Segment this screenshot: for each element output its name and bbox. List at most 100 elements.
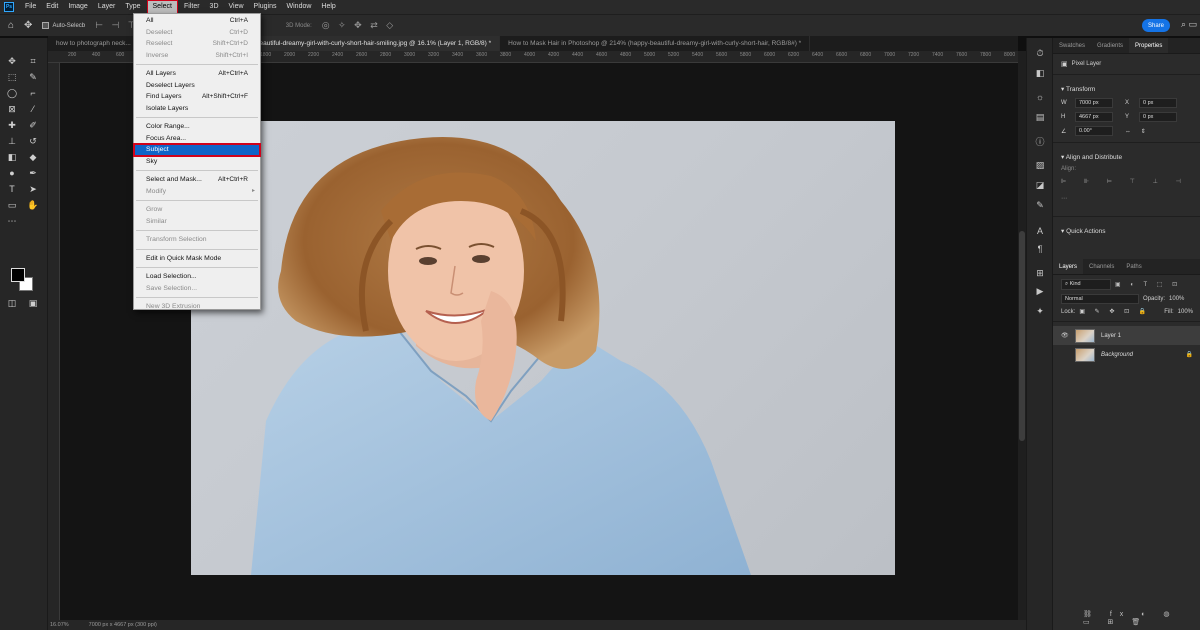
layer-comps-icon[interactable]: ▨ [1033,158,1047,172]
blur-tool-icon[interactable]: ● [5,166,19,180]
menu-item-all-layers[interactable]: All Layers Alt+Ctrl+A [134,68,260,80]
menu-item-grow[interactable]: Grow [134,204,260,216]
menu-item-edit-in-quick-mask-mode[interactable]: Edit in Quick Mask Mode [134,253,260,265]
hand-tool-icon[interactable]: ✋ [26,198,40,212]
3d-mode-icons[interactable]: ◎ ✧ ✥ ⇄ ◇ [322,20,396,31]
align-buttons[interactable]: ⊫ ⊪ ⊨ ⊤ ⊥ ⊣ [1053,174,1200,187]
menu-window[interactable]: Window [282,1,317,13]
vertical-scrollbar[interactable] [1018,51,1026,620]
document-tab[interactable]: happy-beautiful-dreamy-girl-with-curly-s… [228,36,501,51]
menu-view[interactable]: View [224,1,249,13]
y-field[interactable]: 0 px [1139,112,1177,122]
distribute-buttons[interactable]: ⋯ [1053,187,1200,204]
lasso-tool-icon[interactable]: ◯ [5,86,19,100]
menu-item-isolate-layers[interactable]: Isolate Layers [134,103,260,115]
menu-item-inverse[interactable]: Inverse Shift+Ctrl+I [134,50,260,62]
workspace-icon[interactable]: ▭ [1188,19,1197,30]
auto-select-checkbox[interactable]: Auto-Selecb [42,22,85,29]
lock-icon[interactable]: 🔒 [1186,351,1193,358]
info-icon[interactable]: ⓘ [1033,134,1047,148]
portrait-photo[interactable] [191,121,895,575]
x-field[interactable]: 0 px [1139,98,1177,108]
scrollbar-thumb[interactable] [1019,231,1025,441]
rectangle-tool-icon[interactable]: ▭ [5,198,19,212]
height-field[interactable]: 4667 px [1075,112,1113,122]
paint-bucket-tool-icon[interactable]: ◆ [26,150,40,164]
menu-item-similar[interactable]: Similar [134,216,260,228]
flip-icons[interactable]: ⇔ ⇕ [1125,128,1150,135]
lock-icons[interactable]: ▣ ✎ ✥ ⊡ 🔒 [1079,308,1150,315]
actions-icon[interactable]: ▶ [1033,284,1047,298]
menu-layer[interactable]: Layer [93,1,121,13]
quick-selection-tool-icon[interactable]: ✎ [26,70,40,84]
frame-tool-icon[interactable]: ⊠ [5,102,19,116]
character-icon[interactable]: ◧ [1033,66,1047,80]
menu-3d[interactable]: 3D [205,1,224,13]
fill-value[interactable]: 100% [1178,309,1193,315]
menu-help[interactable]: Help [316,1,340,13]
panel-tab-swatches[interactable]: Swatches [1053,38,1091,53]
menu-item-select-and-mask[interactable]: Select and Mask... Alt+Ctrl+R [134,174,260,186]
styles-icon[interactable]: ◪ [1033,178,1047,192]
brushes-icon[interactable]: ✎ [1033,198,1047,212]
panel-tab-channels[interactable]: Channels [1083,259,1120,274]
healing-brush-tool-icon[interactable]: ✚ [5,118,19,132]
menu-type[interactable]: Type [120,1,145,13]
navigator-icon[interactable]: ⊞ [1033,266,1047,280]
menu-item-sky[interactable]: Sky [134,156,260,168]
move-tool-icon[interactable]: ✥ [5,54,19,68]
history-icon[interactable]: ⏱ [1033,46,1047,60]
layer-name[interactable]: Background [1101,352,1133,358]
zoom-level[interactable]: 16.07% [50,622,69,628]
menu-item-all[interactable]: All Ctrl+A [134,15,260,27]
more-tools-icon[interactable]: ⋯ [5,214,19,228]
filter-icons[interactable]: ▣ ◐ T ⬚ ⊡ [1115,281,1181,288]
visibility-eye-icon[interactable]: 👁 [1061,332,1069,339]
menu-item-color-range[interactable]: Color Range... [134,121,260,133]
menu-item-reselect[interactable]: Reselect Shift+Ctrl+D [134,38,260,50]
menu-item-new-3d-extrusion[interactable]: New 3D Extrusion [134,301,260,313]
foreground-color-swatch[interactable] [11,268,25,282]
share-button[interactable]: Share [1142,19,1170,32]
menu-edit[interactable]: Edit [41,1,63,13]
brush-tool-icon[interactable]: ✐ [26,118,40,132]
menu-item-load-selection[interactable]: Load Selection... [134,271,260,283]
menu-item-subject[interactable]: Subject [133,143,261,157]
shapes-icon[interactable]: ✦ [1033,304,1047,318]
menu-item-transform-selection[interactable]: Transform Selection [134,234,260,246]
paragraph-icon[interactable]: ¶ [1033,242,1047,256]
layer-row[interactable]: Background 🔒 [1053,345,1200,364]
layer-row[interactable]: 👁 Layer 1 [1053,326,1200,345]
panel-tab-paths[interactable]: Paths [1120,259,1147,274]
clone-stamp-tool-icon[interactable]: ⊥ [5,134,19,148]
angle-field[interactable]: 0.00° [1075,126,1113,136]
document-tab[interactable]: How to Mask Hair in Photoshop @ 214% (ha… [500,36,811,51]
screen-mode-icon[interactable]: ▣ [26,296,40,310]
transform-title[interactable]: ▾ Transform [1053,79,1200,96]
menu-image[interactable]: Image [63,1,92,13]
layers-footer-icons[interactable]: ⛓ fx ◐ ◍ ▭ ⊞ 🗑 [1083,610,1200,626]
kind-filter[interactable]: ⌕ Kind [1061,279,1111,290]
opacity-value[interactable]: 100% [1169,296,1184,302]
move-tool-icon[interactable]: ✥ [24,20,32,31]
align-title[interactable]: ▾ Align and Distribute [1053,147,1200,164]
quick-mask-icon[interactable]: ◫ [5,296,19,310]
layer-name[interactable]: Layer 1 [1101,333,1121,339]
type-tool-icon[interactable]: T [5,182,19,196]
crop-tool-icon[interactable]: ⌐ [26,86,40,100]
menu-item-deselect-layers[interactable]: Deselect Layers [134,80,260,92]
width-field[interactable]: 7000 px [1075,98,1113,108]
menu-plugins[interactable]: Plugins [249,1,282,13]
eyedropper-tool-icon[interactable]: ⁄ [26,102,40,116]
history-brush-tool-icon[interactable]: ↺ [26,134,40,148]
menu-file[interactable]: File [20,1,41,13]
libraries-icon[interactable]: ▤ [1033,110,1047,124]
path-selection-tool-icon[interactable]: ➤ [26,182,40,196]
adjustments-icon[interactable]: ☼ [1033,90,1047,104]
quick-actions-title[interactable]: ▾ Quick Actions [1053,221,1200,238]
pen-tool-icon[interactable]: ✒ [26,166,40,180]
home-icon[interactable]: ⌂ [8,20,14,31]
menu-select[interactable]: Select [146,0,179,14]
marquee-tool-icon[interactable]: ⬚ [5,70,19,84]
menu-item-focus-area[interactable]: Focus Area... [134,133,260,145]
